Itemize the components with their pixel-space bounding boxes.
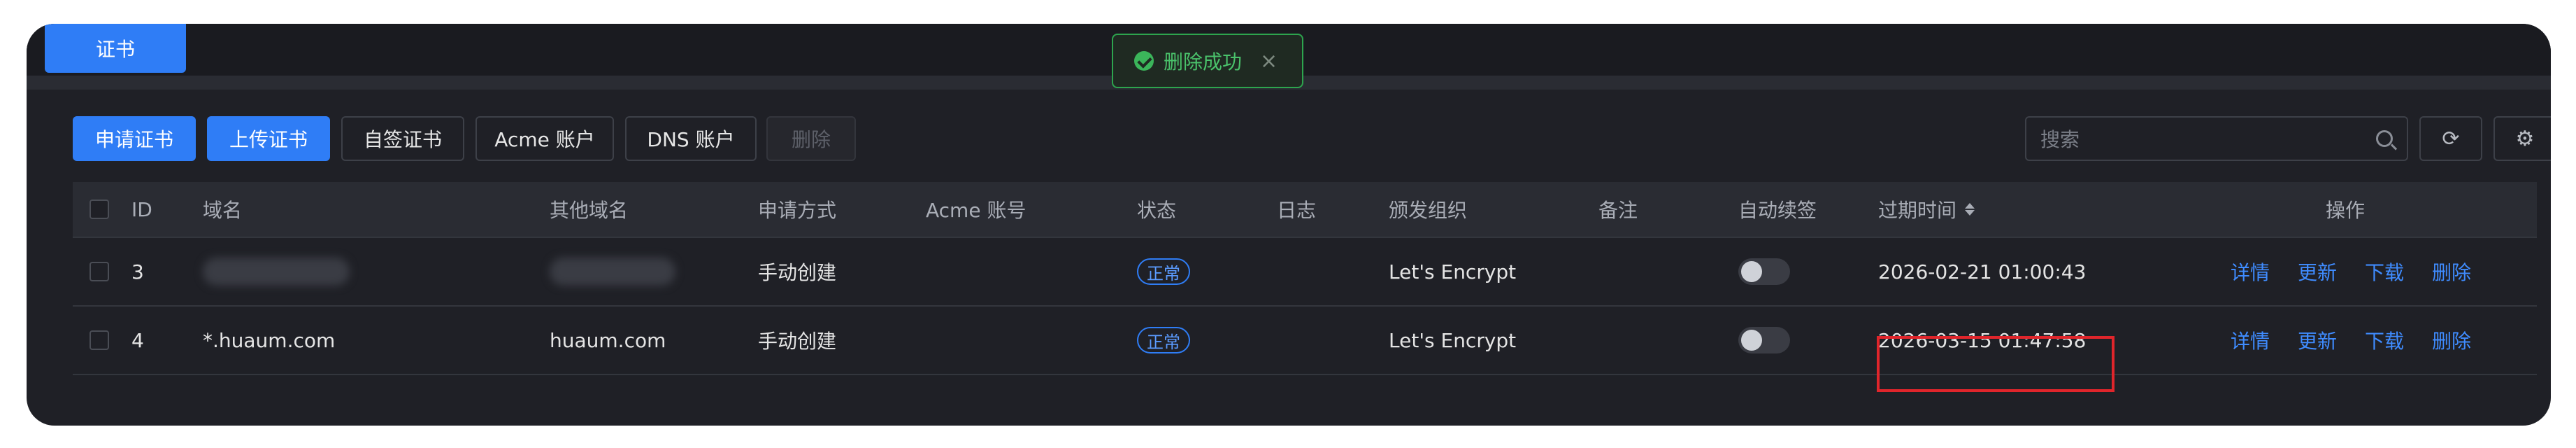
details-link[interactable]: 详情 <box>2231 258 2270 286</box>
row-checkbox[interactable] <box>90 238 109 305</box>
header-log: 日志 <box>1277 199 1317 222</box>
toast-message: 删除成功 <box>1164 50 1243 74</box>
search-icon[interactable] <box>2376 130 2393 147</box>
cell-actions: 详情 更新 下载 删除 <box>2231 307 2499 374</box>
self-signed-cert-button[interactable]: 自签证书 <box>341 116 464 161</box>
header-acme-account: Acme 账号 <box>926 199 1026 222</box>
cell-issuer: Let's Encrypt <box>1389 260 1517 284</box>
header-issuer: 颁发组织 <box>1389 199 1468 222</box>
close-icon[interactable]: × <box>1260 49 1278 74</box>
cell-actions: 详情 更新 下载 删除 <box>2231 238 2499 305</box>
details-link[interactable]: 详情 <box>2231 326 2270 354</box>
cell-auto-renew[interactable] <box>1738 307 1790 374</box>
auto-renew-toggle[interactable] <box>1738 327 1790 354</box>
table-header: ID 域名 其他域名 申请方式 Acme 账号 状态 日志 颁发组织 备注 自动… <box>73 182 2537 238</box>
cell-other-domains: huaum.com <box>550 328 666 352</box>
refresh-icon: ⟳ <box>2442 126 2460 151</box>
settings-button[interactable]: ⚙ <box>2493 116 2551 161</box>
update-link[interactable]: 更新 <box>2298 326 2337 354</box>
app-window: 证书 删除成功 × 申请证书 上传证书 自签证书 Acme 账户 DNS 账户 … <box>27 24 2551 426</box>
header-status: 状态 <box>1137 199 1177 222</box>
cell-id: 3 <box>131 260 144 284</box>
dns-account-button[interactable]: DNS 账户 <box>625 116 757 161</box>
download-link[interactable]: 下载 <box>2365 326 2404 354</box>
sort-icon[interactable] <box>1965 203 1975 216</box>
header-id: ID <box>131 197 152 221</box>
table-row: 4 *.huaum.com huaum.com 手动创建 正常 Let's En… <box>73 307 2537 375</box>
cert-table: ID 域名 其他域名 申请方式 Acme 账号 状态 日志 颁发组织 备注 自动… <box>73 182 2537 375</box>
acme-account-button[interactable]: Acme 账户 <box>475 116 614 161</box>
refresh-button[interactable]: ⟳ <box>2419 116 2482 161</box>
header-expire-label: 过期时间 <box>1878 199 1957 222</box>
tab-certificates[interactable]: 证书 <box>45 24 186 73</box>
success-toast: 删除成功 × <box>1112 34 1303 88</box>
table-row: 3 手动创建 正常 Let's Encrypt 2026-02-21 01:00… <box>73 238 2537 307</box>
apply-cert-button[interactable]: 申请证书 <box>73 116 196 161</box>
header-remark: 备注 <box>1598 199 1638 222</box>
header-actions: 操作 <box>2326 199 2366 222</box>
cell-id: 4 <box>131 328 144 352</box>
cell-status: 正常 <box>1137 307 1190 374</box>
status-badge: 正常 <box>1137 327 1190 354</box>
delete-button[interactable]: 删除 <box>766 116 856 161</box>
expire-highlight-box <box>1877 336 2115 392</box>
cell-issuer: Let's Encrypt <box>1389 328 1517 352</box>
header-domain: 域名 <box>203 199 243 222</box>
header-auto-renew: 自动续签 <box>1738 199 1817 222</box>
header-method: 申请方式 <box>758 199 837 222</box>
search-input[interactable]: 搜索 <box>2025 116 2408 161</box>
upload-cert-button[interactable]: 上传证书 <box>207 116 330 161</box>
status-badge: 正常 <box>1137 258 1190 285</box>
cell-method: 手动创建 <box>758 261 837 284</box>
download-link[interactable]: 下载 <box>2365 258 2404 286</box>
cell-method: 手动创建 <box>758 330 837 353</box>
cell-status: 正常 <box>1137 238 1190 305</box>
cell-other-domains-redacted <box>550 238 675 305</box>
cell-expire: 2026-02-21 01:00:43 <box>1878 260 2087 284</box>
cell-auto-renew[interactable] <box>1738 238 1790 305</box>
update-link[interactable]: 更新 <box>2298 258 2337 286</box>
header-other-domains: 其他域名 <box>550 199 629 222</box>
cell-domain: *.huaum.com <box>203 328 336 352</box>
search-placeholder: 搜索 <box>2040 128 2080 151</box>
select-all-checkbox[interactable] <box>90 182 109 237</box>
header-expire[interactable]: 过期时间 <box>1878 182 1975 237</box>
delete-link[interactable]: 删除 <box>2432 326 2471 354</box>
delete-link[interactable]: 删除 <box>2432 258 2471 286</box>
row-checkbox[interactable] <box>90 307 109 374</box>
gear-icon: ⚙ <box>2515 126 2535 151</box>
cell-domain-redacted <box>203 238 350 305</box>
check-circle-icon <box>1134 51 1154 71</box>
auto-renew-toggle[interactable] <box>1738 258 1790 285</box>
